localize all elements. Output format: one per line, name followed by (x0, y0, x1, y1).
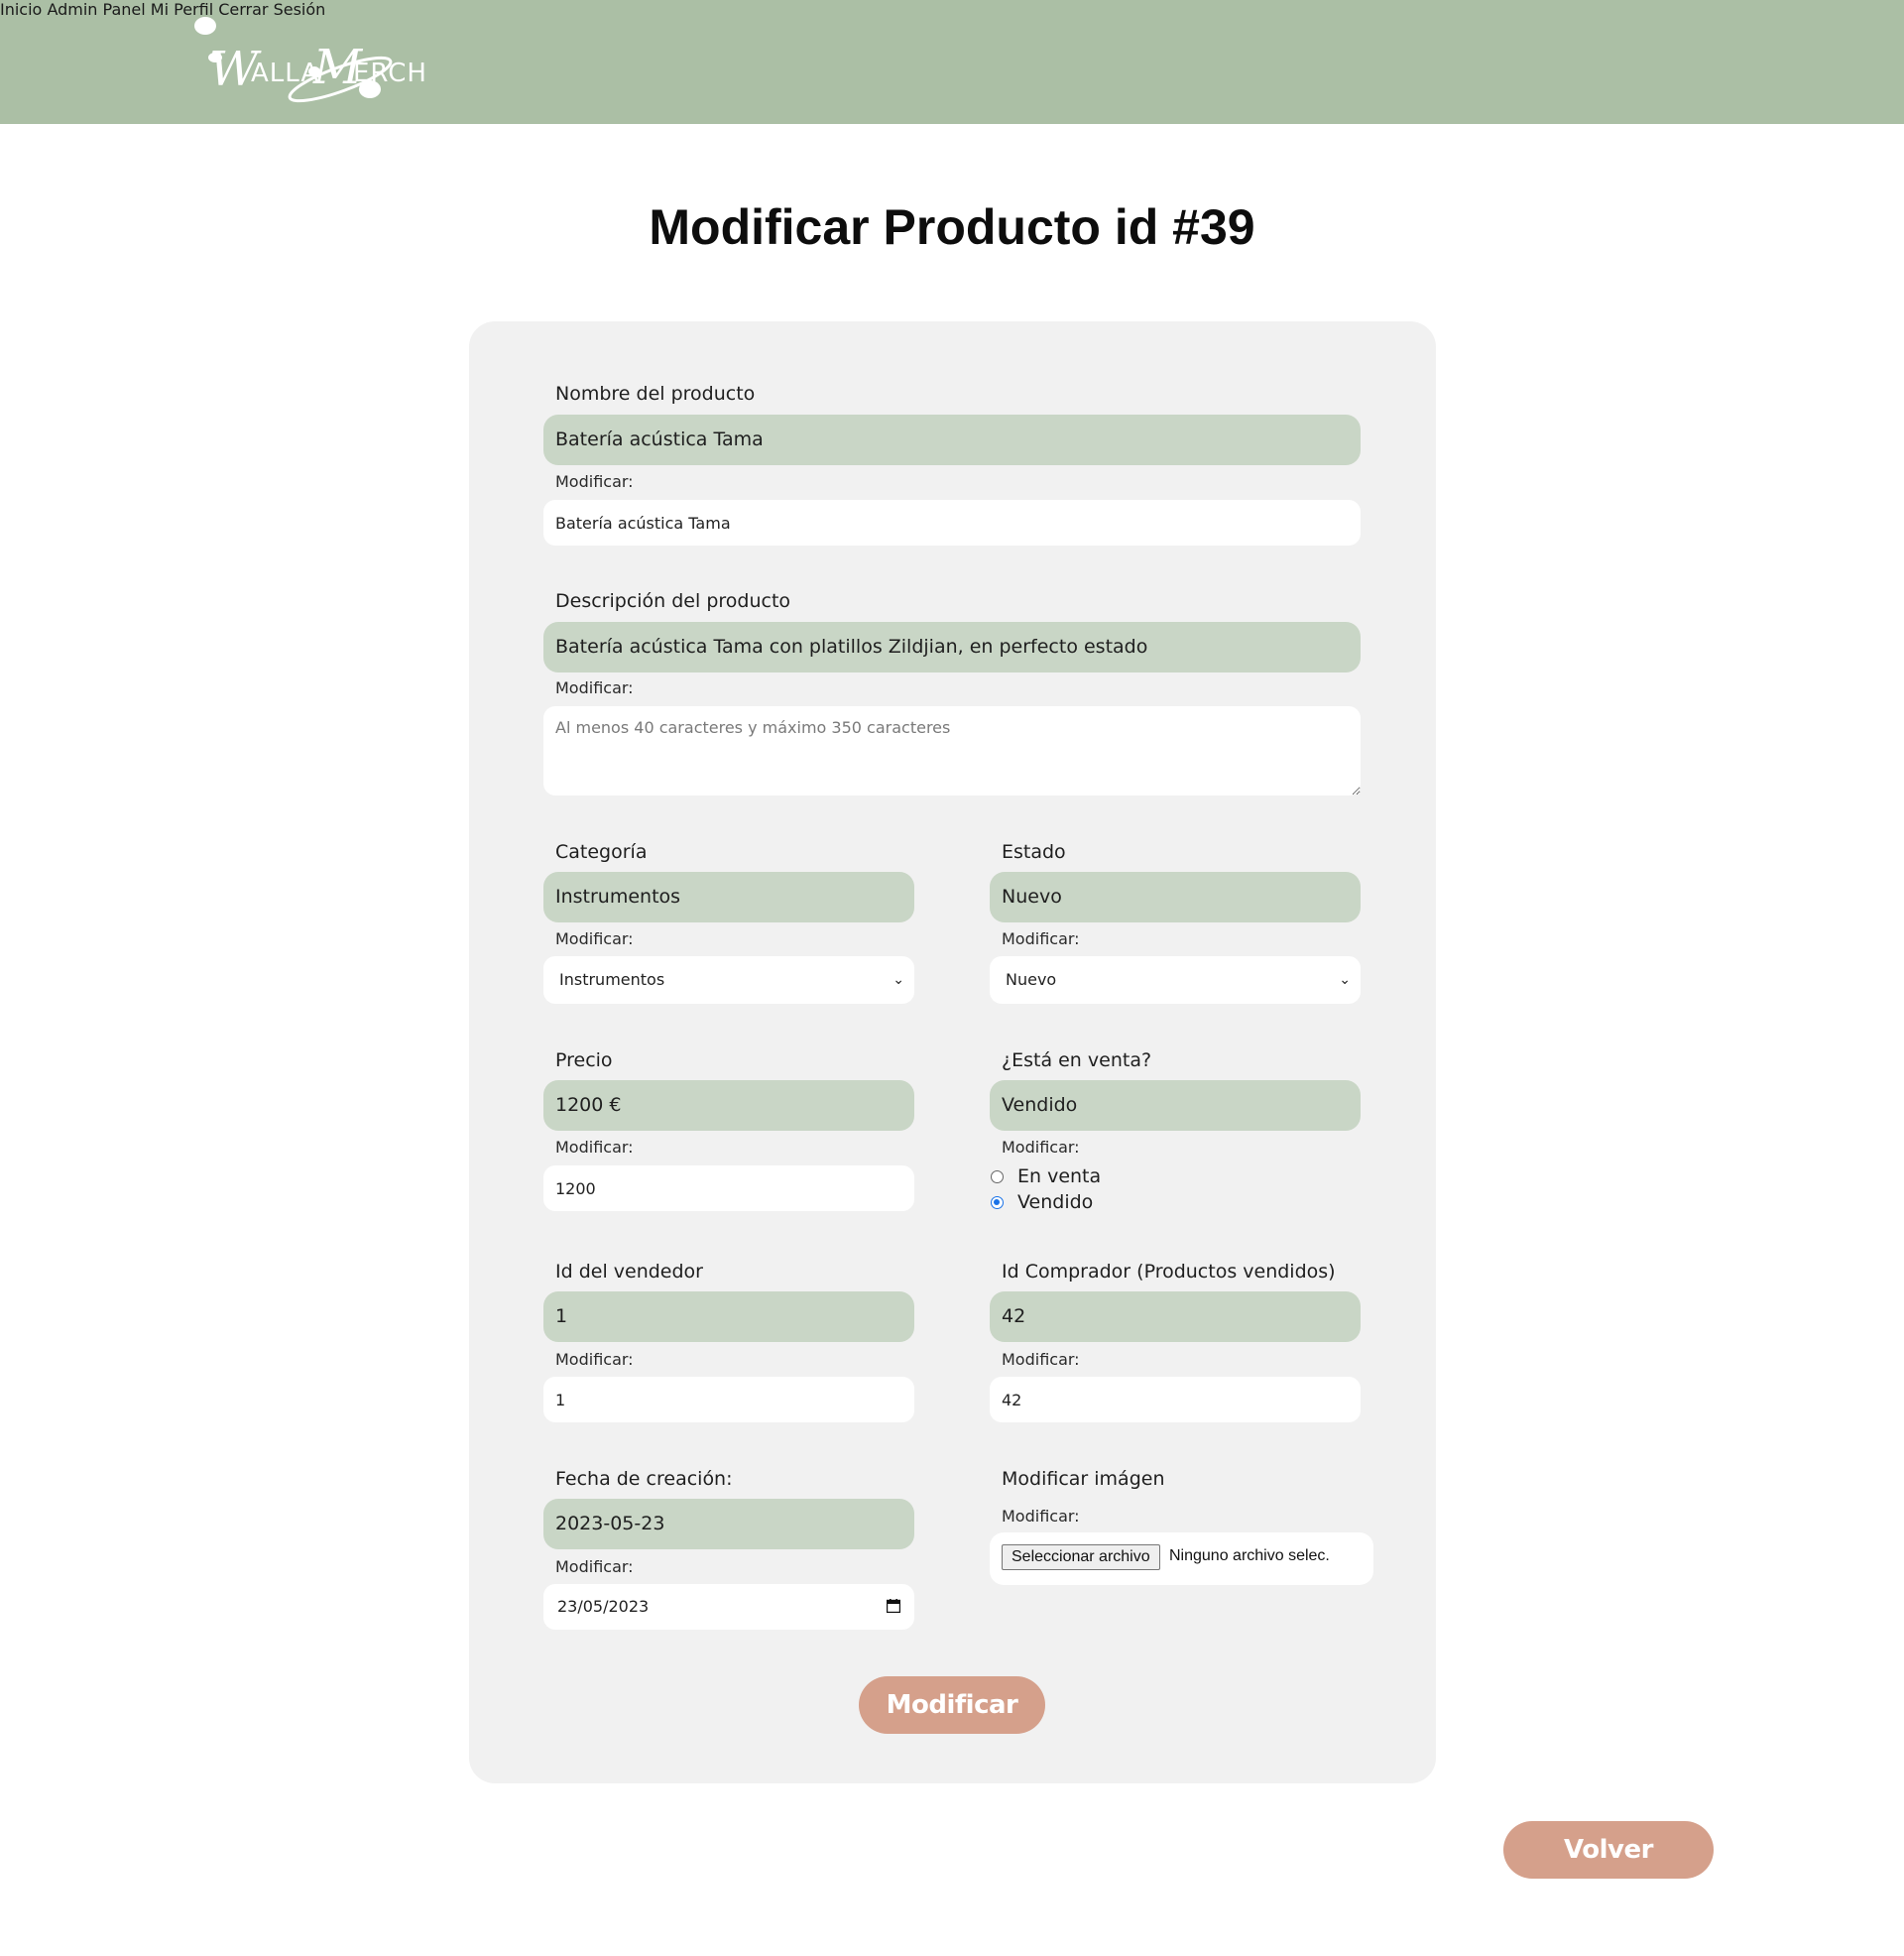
radio-icon[interactable] (991, 1169, 1004, 1183)
fecha-date-value: 23/05/2023 (557, 1597, 650, 1616)
wallamerch-logo[interactable]: W ALLA M ERCH (191, 14, 449, 105)
vendedor-input[interactable] (543, 1377, 914, 1422)
nav-inicio[interactable]: Inicio (0, 0, 42, 19)
comprador-current-value: 42 (990, 1291, 1361, 1342)
en-venta-current-value: Vendido (990, 1080, 1361, 1131)
precio-current-value: 1200 € (543, 1080, 914, 1131)
descripcion-textarea[interactable] (543, 706, 1361, 795)
file-status-text: Ninguno archivo selec. (1169, 1547, 1330, 1564)
fecha-modify-label: Modificar: (555, 1557, 634, 1576)
nombre-modify-label: Modificar: (555, 472, 634, 491)
categoria-select[interactable]: Instrumentos ⌄ (543, 956, 914, 1004)
fecha-label: Fecha de creación: (555, 1468, 733, 1490)
imagen-label: Modificar imágen (1002, 1468, 1165, 1490)
select-file-button[interactable]: Seleccionar archivo (1002, 1544, 1160, 1570)
precio-label: Precio (555, 1049, 613, 1071)
comprador-input[interactable] (990, 1377, 1361, 1422)
descripcion-modify-label: Modificar: (555, 678, 634, 697)
volver-button[interactable]: Volver (1503, 1821, 1714, 1879)
fecha-date-input[interactable]: 23/05/2023 (543, 1584, 914, 1630)
nombre-label: Nombre del producto (555, 383, 756, 405)
radio-option-en-venta[interactable]: En venta (991, 1165, 1101, 1187)
descripcion-label: Descripción del producto (555, 590, 791, 612)
nav-admin-panel[interactable]: Admin Panel (47, 0, 145, 19)
top-navbar: W ALLA M ERCH Inicio Admin Panel Mi Perf… (0, 0, 1904, 124)
chevron-down-icon: ⌄ (892, 972, 904, 988)
vendedor-modify-label: Modificar: (555, 1350, 634, 1369)
radio-icon[interactable] (991, 1195, 1004, 1209)
logo-mark: W ALLA M ERCH (194, 17, 426, 103)
page-title: Modificar Producto id #39 (649, 199, 1255, 255)
nombre-current-value: Batería acústica Tama (543, 415, 1361, 465)
categoria-modify-label: Modificar: (555, 929, 634, 948)
modificar-submit-button[interactable]: Modificar (859, 1676, 1045, 1734)
descripcion-current-value: Batería acústica Tama con platillos Zild… (543, 622, 1361, 672)
vendedor-current-value: 1 (543, 1291, 914, 1342)
en-venta-label: ¿Está en venta? (1002, 1049, 1152, 1071)
radio-label-vendido: Vendido (1017, 1191, 1094, 1213)
precio-modify-label: Modificar: (555, 1138, 634, 1157)
categoria-selected-value: Instrumentos (559, 970, 665, 989)
imagen-modify-label: Modificar: (1002, 1507, 1080, 1526)
radio-option-vendido[interactable]: Vendido (991, 1191, 1093, 1213)
estado-label: Estado (1002, 841, 1066, 863)
chevron-down-icon: ⌄ (1339, 972, 1351, 988)
nombre-input[interactable] (543, 500, 1361, 546)
precio-input[interactable] (543, 1165, 914, 1211)
file-input[interactable]: Seleccionar archivo Ninguno archivo sele… (990, 1532, 1373, 1585)
estado-modify-label: Modificar: (1002, 929, 1080, 948)
categoria-label: Categoría (555, 841, 648, 863)
estado-selected-value: Nuevo (1006, 970, 1057, 989)
calendar-icon[interactable] (887, 1599, 900, 1613)
radio-label-en-venta: En venta (1017, 1165, 1102, 1187)
fecha-current-value: 2023-05-23 (543, 1499, 914, 1549)
estado-current-value: Nuevo (990, 872, 1361, 922)
en-venta-modify-label: Modificar: (1002, 1138, 1080, 1157)
comprador-modify-label: Modificar: (1002, 1350, 1080, 1369)
categoria-current-value: Instrumentos (543, 872, 914, 922)
vendedor-label: Id del vendedor (555, 1261, 703, 1283)
comprador-label: Id Comprador (Productos vendidos) (1002, 1261, 1336, 1283)
estado-select[interactable]: Nuevo ⌄ (990, 956, 1361, 1004)
